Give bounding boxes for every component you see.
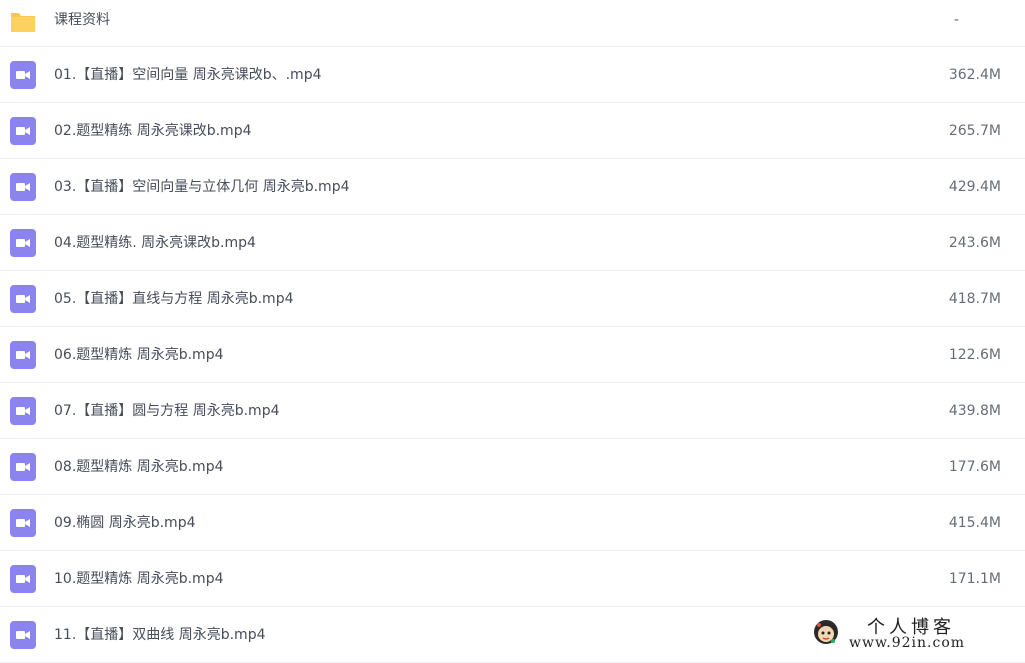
watermark-url: www.92in.com [849, 635, 966, 651]
file-name: 09.椭圆 周永亮b.mp4 [54, 515, 196, 531]
file-size: 429.4M [948, 179, 1001, 195]
file-size: 243.6M [948, 235, 1001, 251]
file-row[interactable]: 08.题型精炼 周永亮b.mp4 177.6M [0, 439, 1025, 495]
file-name: 02.题型精练 周永亮课改b.mp4 [54, 123, 252, 139]
file-size: 439.8M [948, 403, 1001, 419]
file-size: 415.4M [948, 515, 1001, 531]
file-name: 04.题型精练. 周永亮课改b.mp4 [54, 235, 256, 251]
video-file-icon [10, 621, 36, 649]
folder-size: - [953, 12, 959, 28]
file-size: 265.7M [948, 123, 1001, 139]
folder-row[interactable]: 课程资料 - [0, 0, 1025, 47]
file-row[interactable]: 09.椭圆 周永亮b.mp4 415.4M [0, 495, 1025, 551]
video-file-icon [10, 509, 36, 537]
video-file-icon [10, 117, 36, 145]
video-file-icon [10, 341, 36, 369]
file-size: 171.1M [948, 571, 1001, 587]
file-name: 05.【直播】直线与方程 周永亮b.mp4 [54, 291, 294, 307]
file-name: 07.【直播】圆与方程 周永亮b.mp4 [54, 403, 280, 419]
file-row[interactable]: 06.题型精炼 周永亮b.mp4 122.6M [0, 327, 1025, 383]
file-row[interactable]: 10.题型精炼 周永亮b.mp4 171.1M [0, 551, 1025, 607]
watermark: 个人博客 www.92in.com [807, 611, 997, 655]
video-file-icon [10, 565, 36, 593]
folder-name: 课程资料 [54, 12, 110, 28]
file-row[interactable]: 05.【直播】直线与方程 周永亮b.mp4 418.7M [0, 271, 1025, 327]
file-name: 10.题型精炼 周永亮b.mp4 [54, 571, 224, 587]
file-row[interactable]: 07.【直播】圆与方程 周永亮b.mp4 439.8M [0, 383, 1025, 439]
file-name: 01.【直播】空间向量 周永亮课改b、.mp4 [54, 67, 322, 83]
file-row[interactable]: 01.【直播】空间向量 周永亮课改b、.mp4 362.4M [0, 47, 1025, 103]
file-row[interactable]: 04.题型精练. 周永亮课改b.mp4 243.6M [0, 215, 1025, 271]
video-file-icon [10, 285, 36, 313]
mascot-logo-icon [814, 620, 838, 644]
file-row[interactable]: 02.题型精练 周永亮课改b.mp4 265.7M [0, 103, 1025, 159]
file-size: 122.6M [948, 347, 1001, 363]
file-size: 418.7M [948, 291, 1001, 307]
file-name: 03.【直播】空间向量与立体几何 周永亮b.mp4 [54, 179, 350, 195]
file-row[interactable]: 03.【直播】空间向量与立体几何 周永亮b.mp4 429.4M [0, 159, 1025, 215]
video-file-icon [10, 229, 36, 257]
file-size: 177.6M [948, 459, 1001, 475]
file-name: 06.题型精炼 周永亮b.mp4 [54, 347, 224, 363]
video-file-icon [10, 453, 36, 481]
file-list: 课程资料 - 01.【直播】空间向量 周永亮课改b、.mp4 362.4M 02.题… [0, 0, 1025, 663]
video-file-icon [10, 397, 36, 425]
file-name: 08.题型精炼 周永亮b.mp4 [54, 459, 224, 475]
video-file-icon [10, 61, 36, 89]
file-size: 362.4M [948, 67, 1001, 83]
folder-icon [11, 13, 35, 32]
video-file-icon [10, 173, 36, 201]
file-name: 11.【直播】双曲线 周永亮b.mp4 [54, 627, 266, 643]
